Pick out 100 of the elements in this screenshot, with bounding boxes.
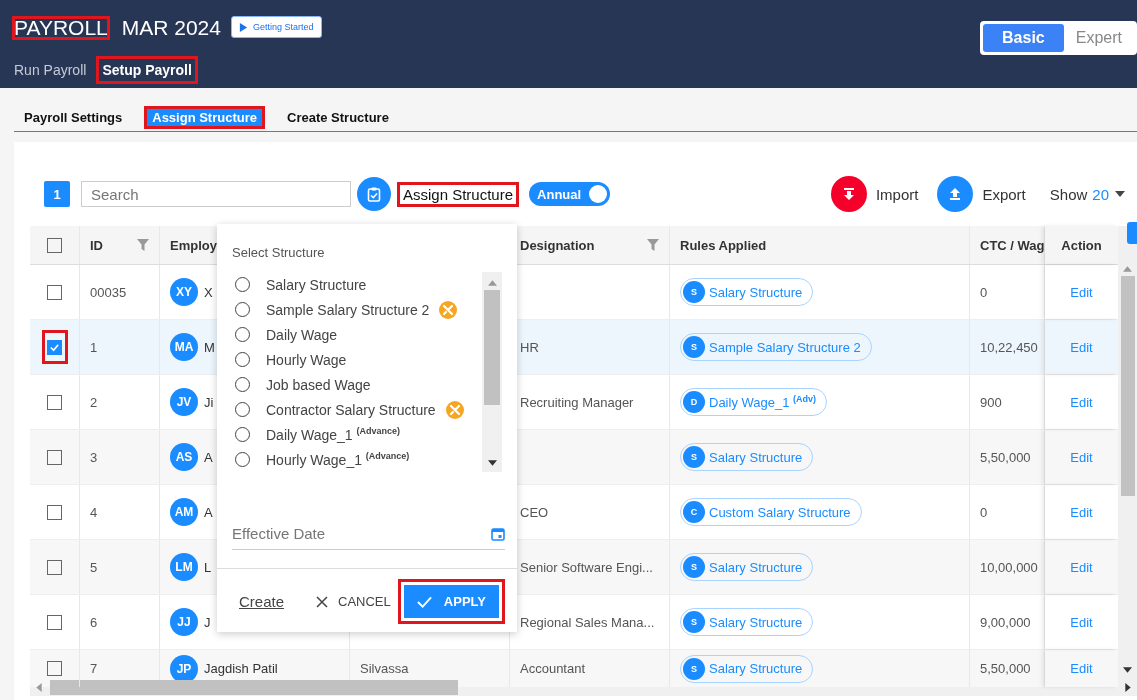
structure-option[interactable]: Job based Wage: [235, 372, 482, 397]
column-header: Designation: [520, 237, 595, 253]
edit-link[interactable]: Edit: [1070, 614, 1093, 630]
annual-toggle[interactable]: Annual: [529, 182, 611, 206]
structure-option[interactable]: Hourly Wage_1 $^{(Advance)}$: [235, 447, 482, 472]
show-label: Show: [1049, 185, 1088, 203]
avatar-initials: AS: [170, 443, 198, 471]
row-checkbox[interactable]: [47, 339, 62, 355]
popup-title: Select Structure: [231, 244, 326, 262]
column-header: Rules Applied: [680, 237, 767, 253]
search-field[interactable]: Search: [81, 181, 351, 207]
export-icon[interactable]: [937, 176, 974, 212]
avatar-initials: MA: [170, 333, 198, 361]
edit-link[interactable]: Edit: [1070, 284, 1093, 300]
row-checkbox[interactable]: [47, 504, 62, 520]
section-tab[interactable]: Assign Structure: [144, 106, 265, 129]
edit-link[interactable]: Edit: [1070, 559, 1093, 575]
nav-tab[interactable]: Run Payroll: [12, 56, 89, 84]
avatar-initials: LM: [170, 553, 198, 581]
table-cell: 4: [90, 504, 98, 520]
table-cell: 00035: [90, 284, 127, 300]
play-icon: [239, 22, 248, 32]
check-icon: [49, 341, 60, 353]
table-cell: 10,22,450: [980, 339, 1038, 355]
edit-link[interactable]: Edit: [1070, 339, 1093, 355]
table-cell: X: [204, 284, 213, 300]
table-cell: 3: [90, 449, 98, 465]
table-cell: L: [204, 559, 212, 575]
edit-link[interactable]: Edit: [1070, 449, 1093, 465]
table-cell: 900: [980, 394, 1002, 410]
table-cell: Recruiting Manager: [520, 394, 634, 410]
table-cell: 6: [90, 614, 98, 630]
nav-tab[interactable]: Setup Payroll: [96, 56, 198, 84]
structure-option[interactable]: Daily Wage_1 $^{(Advance)}$: [235, 422, 482, 447]
close-icon: [316, 595, 329, 608]
caret-icon: [1115, 191, 1125, 197]
row-checkbox[interactable]: [47, 614, 62, 630]
edit-link[interactable]: Edit: [1070, 661, 1093, 676]
section-tab[interactable]: Create Structure: [277, 106, 399, 131]
selected-count-badge: 1: [44, 181, 70, 207]
table-cell: 5,50,000: [980, 661, 1031, 676]
table-cell: 5: [90, 559, 98, 575]
assign-structure-label[interactable]: Assign Structure: [397, 181, 520, 207]
getting-started-button[interactable]: Getting Started: [231, 16, 322, 38]
check-icon: [416, 595, 432, 608]
column-header: Employ: [170, 237, 217, 253]
table-cell: A: [204, 504, 213, 520]
clipboard-check-icon[interactable]: [357, 177, 391, 211]
structure-option[interactable]: Daily Wage: [235, 322, 482, 347]
structure-option[interactable]: Sample Salary Structure 2: [235, 297, 482, 322]
export-label[interactable]: Export: [982, 185, 1026, 203]
avatar-initials: JJ: [170, 608, 198, 636]
table-cell: J: [204, 614, 211, 630]
column-header: ID: [90, 237, 103, 253]
page-size-dropdown[interactable]: 20: [1092, 185, 1125, 203]
scroll-down-icon[interactable]: [487, 460, 497, 466]
row-checkbox[interactable]: [47, 394, 62, 410]
column-header: CTC / Wag: [980, 237, 1044, 253]
table-cell: 7: [90, 661, 98, 676]
mode-tab[interactable]: Basic: [983, 24, 1064, 52]
row-checkbox[interactable]: [47, 284, 62, 300]
table-cell: Ji: [204, 394, 214, 410]
table-cell: 5,50,000: [980, 449, 1031, 465]
section-tab[interactable]: Payroll Settings: [14, 106, 133, 131]
table-cell: 0: [980, 504, 988, 520]
table-cell: Jagdish Patil: [204, 661, 278, 676]
avatar-initials: AM: [170, 498, 198, 526]
scroll-down-icon[interactable]: [1123, 667, 1132, 673]
vertical-scrollbar[interactable]: [1118, 226, 1137, 679]
table-cell: 9,00,000: [980, 614, 1031, 630]
row-checkbox[interactable]: [47, 661, 62, 676]
table-cell: 2: [90, 394, 98, 410]
create-link[interactable]: Create: [239, 593, 285, 610]
structure-option[interactable]: Hourly Wage: [235, 347, 482, 372]
table-cell: 0: [980, 284, 988, 300]
edit-link[interactable]: Edit: [1070, 394, 1093, 410]
page-title: PAYROLL: [12, 16, 110, 40]
apply-button[interactable]: APPLY: [397, 579, 505, 624]
filter-icon[interactable]: [647, 239, 659, 251]
filter-icon[interactable]: [137, 239, 149, 251]
structure-option[interactable]: Salary Structure: [235, 272, 482, 297]
table-cell: Silvassa: [360, 661, 409, 676]
row-checkbox[interactable]: [47, 559, 62, 575]
avatar-initials: JV: [170, 388, 198, 416]
avatar-initials: XY: [170, 278, 198, 306]
cancel-button[interactable]: CANCEL: [310, 593, 397, 610]
edit-link[interactable]: Edit: [1070, 504, 1093, 520]
scroll-right-icon[interactable]: [1125, 683, 1131, 692]
list-scrollbar[interactable]: [482, 272, 502, 472]
select-all-checkbox[interactable]: [47, 237, 62, 253]
period-label: MAR 2024: [121, 16, 221, 40]
table-cell: A: [204, 449, 213, 465]
structure-option[interactable]: Contractor Salary Structure: [235, 397, 482, 422]
table-cell: 1: [90, 339, 98, 355]
import-label[interactable]: Import: [875, 185, 919, 203]
table-cell: Regional Sales Mana...: [520, 614, 655, 630]
import-icon[interactable]: [830, 176, 867, 212]
row-checkbox[interactable]: [47, 449, 62, 465]
scroll-left-icon[interactable]: [36, 683, 42, 692]
table-cell: Senior Software Engi...: [520, 559, 653, 575]
